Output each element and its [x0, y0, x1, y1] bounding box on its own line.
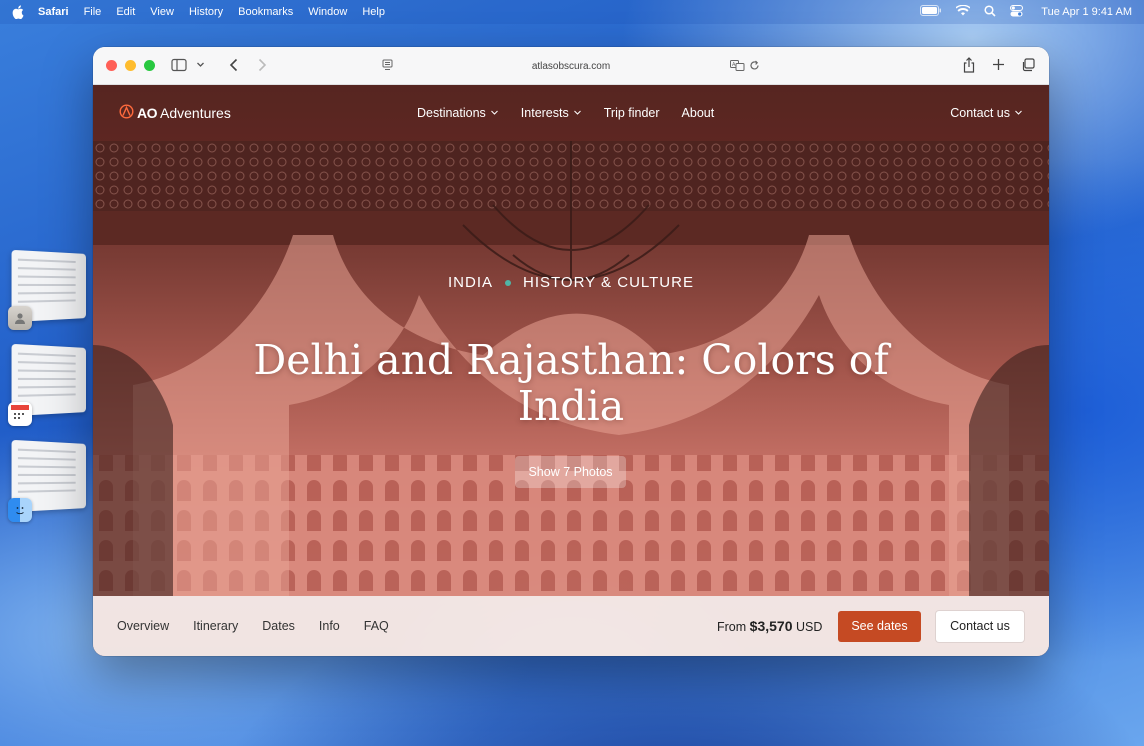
translate-icon[interactable]: A [730, 60, 745, 71]
tab-overview-icon[interactable] [1021, 58, 1035, 72]
nav-interests[interactable]: Interests [521, 106, 582, 120]
contacts-app-icon [8, 306, 32, 330]
menu-history[interactable]: History [189, 6, 223, 18]
see-dates-button[interactable]: See dates [838, 610, 921, 642]
sidebar-toggle-icon[interactable] [171, 58, 187, 72]
battery-icon[interactable] [920, 5, 942, 19]
close-window-button[interactable] [106, 60, 117, 71]
address-bar[interactable]: atlasobscura.com [373, 54, 769, 78]
safari-window: atlasobscura.com A AO Adventures Destina… [93, 47, 1049, 656]
window-controls [106, 60, 155, 71]
tab-info[interactable]: Info [319, 619, 340, 633]
contact-us-button[interactable]: Contact us [936, 610, 1024, 642]
logo-name-text: Adventures [160, 105, 231, 121]
menu-window[interactable]: Window [308, 6, 347, 18]
separator-dot-icon [505, 279, 512, 286]
price-amount: $3,570 [749, 618, 793, 634]
show-photos-button[interactable]: Show 7 Photos [515, 456, 626, 488]
nav-interests-label: Interests [520, 106, 569, 120]
spotlight-search-icon[interactable] [984, 4, 996, 20]
hero-country[interactable]: INDIA [448, 274, 493, 291]
nav-about-label: About [681, 106, 715, 120]
price-currency: USD [795, 620, 823, 634]
menu-bookmarks[interactable]: Bookmarks [238, 6, 293, 18]
menu-app-name[interactable]: Safari [38, 6, 69, 18]
calendar-app-icon [8, 402, 32, 426]
nav-destinations-label: Destinations [417, 106, 486, 120]
tab-dates[interactable]: Dates [262, 619, 295, 633]
control-center-icon[interactable] [1010, 4, 1024, 20]
tab-overview[interactable]: Overview [117, 619, 169, 633]
price-prefix: From [717, 620, 747, 634]
menu-bar: Safari File Edit View History Bookmarks … [0, 0, 1144, 24]
trip-price: From $3,570 USD [717, 618, 822, 634]
minimize-window-button[interactable] [125, 60, 136, 71]
stage-group-contacts[interactable] [8, 249, 98, 332]
apple-icon[interactable] [12, 5, 26, 19]
chevron-down-icon [573, 106, 582, 120]
chevron-down-icon[interactable] [196, 60, 205, 69]
back-button[interactable] [229, 58, 239, 72]
menu-file[interactable]: File [84, 6, 102, 18]
stage-group-finder[interactable] [8, 439, 98, 524]
tab-itinerary[interactable]: Itinerary [193, 619, 238, 633]
stage-group-calendar[interactable] [8, 343, 98, 428]
reload-icon[interactable] [749, 60, 760, 71]
nav-trip-finder-label: Trip finder [603, 106, 660, 120]
chevron-down-icon [1014, 106, 1023, 120]
nav-trip-finder[interactable]: Trip finder [604, 106, 660, 120]
menu-view[interactable]: View [150, 6, 174, 18]
tab-faq[interactable]: FAQ [364, 619, 389, 633]
browser-toolbar: atlasobscura.com A [93, 47, 1049, 85]
svg-text:A: A [732, 62, 736, 68]
nav-contact-label: Contact us [950, 106, 1010, 120]
nav-contact-us[interactable]: Contact us [950, 106, 1023, 120]
menu-help[interactable]: Help [362, 6, 385, 18]
forward-button[interactable] [257, 58, 267, 72]
menu-edit[interactable]: Edit [116, 6, 135, 18]
hero-category[interactable]: HISTORY & CULTURE [523, 274, 694, 291]
nav-destinations[interactable]: Destinations [417, 106, 499, 120]
ao-logo-icon [119, 104, 134, 122]
nav-about[interactable]: About [682, 106, 715, 120]
finder-app-icon [8, 498, 32, 522]
new-tab-icon[interactable] [992, 58, 1005, 71]
web-page: AO Adventures Destinations Interests Tri… [93, 85, 1049, 656]
page-title: Delhi and Rajasthan: Colors of India [253, 336, 889, 430]
share-icon[interactable] [963, 57, 975, 73]
zoom-window-button[interactable] [144, 60, 155, 71]
hero-eyebrow: INDIA HISTORY & CULTURE [93, 274, 1049, 291]
wifi-icon[interactable] [955, 4, 971, 19]
menu-clock[interactable]: Tue Apr 1 9:41 AM [1041, 6, 1132, 18]
logo-ao-text: AO [137, 105, 158, 121]
site-logo[interactable]: AO Adventures [119, 104, 231, 122]
trip-subnav: Overview Itinerary Dates Info FAQ From $… [93, 596, 1049, 656]
chevron-down-icon [490, 106, 499, 120]
url-text[interactable]: atlasobscura.com [532, 61, 610, 72]
site-nav: AO Adventures Destinations Interests Tri… [93, 85, 1049, 141]
